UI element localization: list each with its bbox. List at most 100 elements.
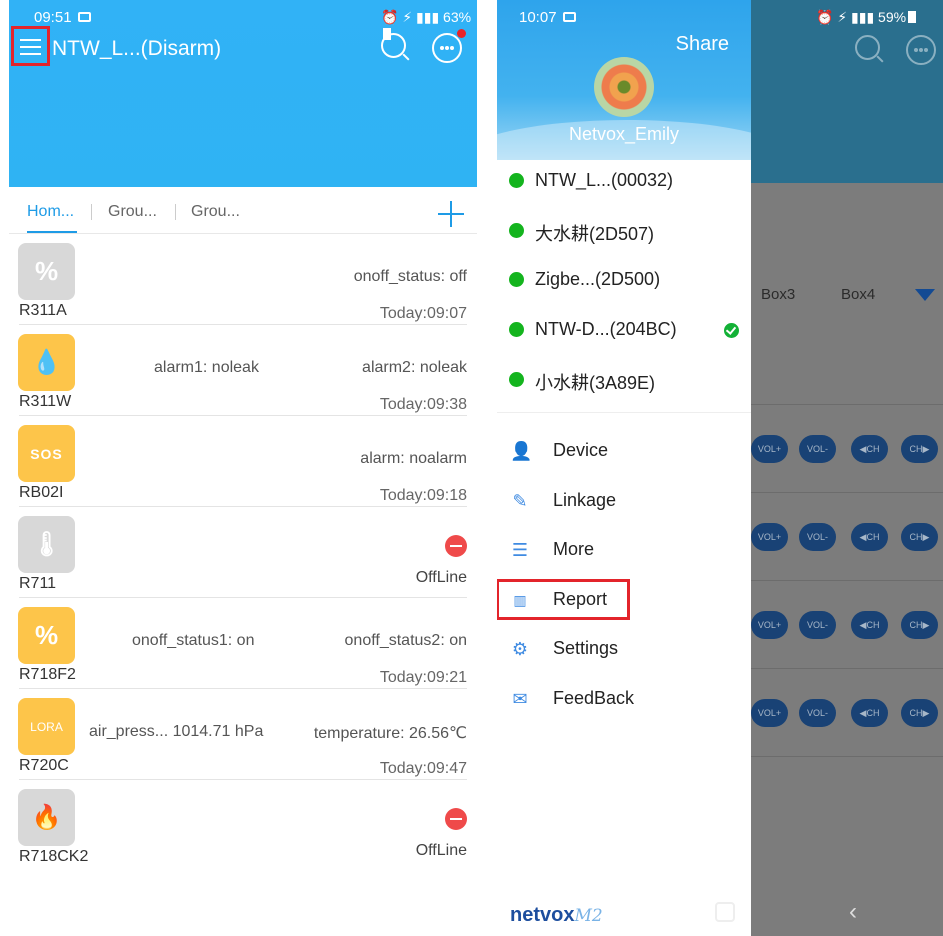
gateway-title: NTW_L...(Disarm) [52, 37, 222, 60]
add-icon[interactable] [436, 199, 466, 229]
device-attribute: onoff_status: off [353, 268, 467, 285]
menu-label: Settings [553, 638, 619, 658]
water-drop-alert-icon: 💧 [18, 334, 75, 391]
gateway-item[interactable]: 小水耕(3A89E) [497, 356, 751, 406]
gateway-item[interactable]: NTW-D...(204BC) [497, 306, 751, 356]
gateway-name: 小水耕(3A89E) [535, 373, 656, 393]
gateway-item[interactable]: Zigbe...(2D500) [497, 256, 751, 306]
vol-down-button: VOL- [799, 435, 836, 463]
device-attribute: onoff_status2: on [344, 632, 467, 649]
device-row[interactable]: 🔥 R718CK2 OffLine [9, 780, 477, 871]
recent-apps-icon[interactable] [715, 902, 735, 922]
message-icon [906, 35, 936, 65]
device-row[interactable]: % R718F2 onoff_status1: on onoff_status2… [9, 598, 477, 689]
active-tab-indicator [27, 231, 77, 233]
gateway-item[interactable]: 大水耕(2D507) [497, 207, 751, 257]
device-timestamp: Today:09:07 [379, 305, 467, 322]
menu-label: More [553, 539, 595, 559]
device-name: R311W [19, 393, 72, 410]
offline-icon [445, 808, 467, 830]
offline-status: OffLine [415, 842, 467, 859]
search-icon[interactable] [381, 33, 410, 61]
device-attribute: temperature: 26.56℃ [313, 725, 467, 742]
online-dot-icon [509, 223, 524, 238]
device-timestamp: Today:09:47 [379, 760, 467, 777]
device-row[interactable]: 💧 R311W alarm1: noleak alarm2: noleak To… [9, 325, 477, 416]
ch-prev-button: ◀CH [851, 523, 888, 551]
flame-icon: 🔥 [18, 789, 75, 846]
ch-next-button: CH▶ [901, 699, 938, 727]
ch-prev-button: ◀CH [851, 611, 888, 639]
vol-up-button: VOL+ [751, 699, 788, 727]
offline-status: OffLine [415, 569, 467, 586]
user-name: Netvox_Emily [568, 124, 680, 144]
device-name: R718F2 [19, 666, 76, 683]
device-attribute: alarm: noalarm [360, 450, 467, 467]
device-row[interactable]: LORA R720C air_press... 1014.71 hPa temp… [9, 689, 477, 780]
hamburger-menu-button[interactable] [11, 26, 50, 66]
list-icon: ☰ [511, 540, 529, 560]
vol-up-button: VOL+ [751, 611, 788, 639]
device-row[interactable]: 🌡 R711 OffLine [9, 507, 477, 598]
device-row[interactable]: SOS RB02I alarm: noalarm Today:09:18 [9, 416, 477, 507]
menu-item-feedback[interactable]: ✉ FeedBack [497, 678, 751, 720]
device-row[interactable]: % R311A onoff_status: off Today:09:07 [9, 234, 477, 325]
dimmed-background[interactable]: ⏰ ⚡ ▮▮▮ 59% Box3 Box4 VOL+ VOL- ◀CH CH▶ … [751, 0, 943, 936]
report-highlight [497, 579, 630, 620]
gear-icon: ⚙ [511, 639, 529, 659]
envelope-icon: ✉ [512, 689, 528, 709]
device-name: RB02I [19, 484, 64, 501]
online-dot-icon [509, 372, 524, 387]
menu-item-settings[interactable]: ⚙ Settings [497, 628, 751, 670]
vol-up-button: VOL+ [751, 523, 788, 551]
drawer-header: 10:07 Share Netvox_Emily [497, 0, 751, 160]
device-attribute: onoff_status1: on [132, 632, 255, 649]
ch-next-button: CH▶ [901, 611, 938, 639]
navigation-drawer: 10:07 Share Netvox_Emily NTW_L...(00032)… [497, 0, 751, 936]
gateway-name: Zigbe...(2D500) [535, 269, 661, 289]
menu-item-device[interactable]: 👤 Device [497, 430, 751, 472]
device-name: R718CK2 [19, 848, 89, 865]
unread-badge [457, 29, 466, 38]
share-button[interactable]: Share [676, 33, 729, 56]
gateway-name: 大水耕(2D507) [535, 224, 655, 244]
search-icon [855, 35, 884, 63]
gateway-item[interactable]: NTW_L...(00032) [497, 157, 751, 207]
ch-next-button: CH▶ [901, 523, 938, 551]
ch-prev-button: ◀CH [851, 699, 888, 727]
device-timestamp: Today:09:18 [379, 487, 467, 504]
image-notification-icon [77, 12, 91, 22]
app-header: 09:51 ⏰ ⚡ ▮▮▮ 63% NTW_L...(Disarm) [9, 0, 477, 187]
battery-icon [908, 11, 917, 23]
pencil-icon: ✎ [512, 491, 528, 511]
menu-label: Linkage [553, 490, 617, 510]
menu-item-linkage[interactable]: ✎ Linkage [497, 480, 751, 522]
gateway-name: NTW-D...(204BC) [535, 319, 677, 339]
menu-item-more[interactable]: ☰ More [497, 529, 751, 571]
device-name: R311A [19, 302, 67, 319]
vol-down-button: VOL- [799, 523, 836, 551]
status-time: 10:07 [519, 9, 576, 26]
tab-group-1[interactable]: Grou... [108, 203, 157, 221]
back-icon[interactable]: ‹ [849, 898, 857, 926]
netvox-logo: netvoxM2 [510, 904, 603, 926]
menu-label: FeedBack [553, 688, 635, 708]
lora-icon: LORA [18, 698, 75, 755]
device-attribute: alarm2: noleak [362, 359, 467, 376]
online-dot-icon [509, 322, 524, 337]
message-icon[interactable] [432, 29, 466, 63]
vol-up-button: VOL+ [751, 435, 788, 463]
device-name: R720C [19, 757, 69, 774]
chevron-down-icon [915, 289, 935, 301]
vol-down-button: VOL- [799, 611, 836, 639]
avatar[interactable] [594, 57, 654, 117]
status-icons: ⏰ ⚡ ▮▮▮ 59% [816, 9, 917, 26]
image-notification-icon [562, 12, 576, 22]
ch-prev-button: ◀CH [851, 435, 888, 463]
gateway-name: NTW_L...(00032) [535, 170, 674, 190]
menu-label: Device [553, 440, 609, 460]
tab-group-2[interactable]: Grou... [191, 203, 240, 221]
tab-home[interactable]: Hom... [27, 203, 74, 221]
device-attribute: alarm1: noleak [154, 359, 259, 376]
status-time: 09:51 [34, 9, 91, 26]
